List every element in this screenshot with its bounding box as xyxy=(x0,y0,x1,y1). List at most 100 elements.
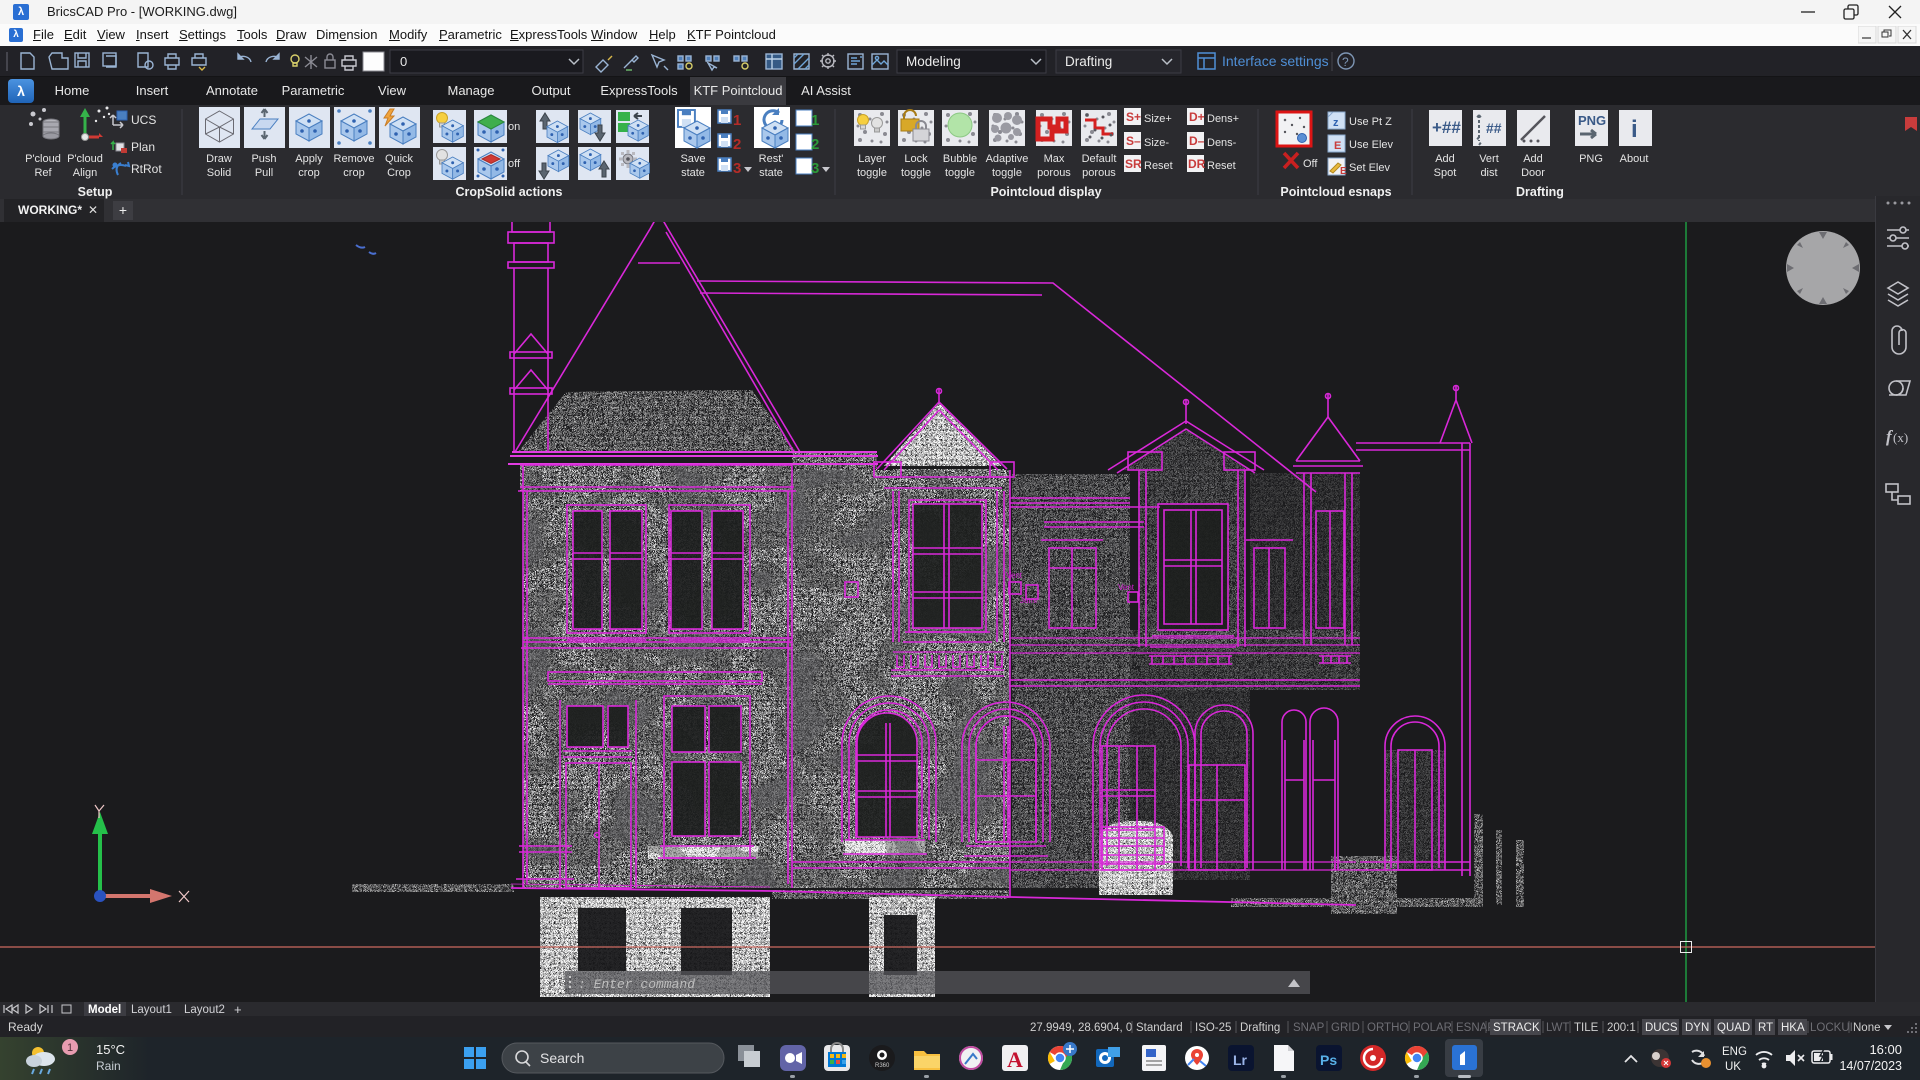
svg-text:E: E xyxy=(1340,166,1347,177)
svg-text:ISO-25: ISO-25 xyxy=(1195,1022,1231,1034)
svg-text:state: state xyxy=(759,167,783,179)
svg-text:crop: crop xyxy=(298,167,319,179)
svg-text:Standard: Standard xyxy=(1136,1022,1183,1034)
svg-text:Save: Save xyxy=(680,153,705,165)
svg-text:Layout1: Layout1 xyxy=(131,1004,172,1016)
svg-text:LWT: LWT xyxy=(1546,1022,1569,1034)
svg-text:3: 3 xyxy=(733,160,741,177)
svg-text:SR: SR xyxy=(1125,157,1142,171)
svg-text:27.9949, 28.6904, 0: 27.9949, 28.6904, 0 xyxy=(1030,1022,1132,1034)
svg-text:CropSolid actions: CropSolid actions xyxy=(456,185,563,199)
svg-text:+: + xyxy=(234,1002,242,1016)
svg-text:HKA: HKA xyxy=(1781,1022,1805,1034)
svg-text:Layout2: Layout2 xyxy=(184,1004,225,1016)
svg-text:Adaptive: Adaptive xyxy=(986,153,1029,165)
svg-text:Door: Door xyxy=(1521,167,1545,179)
svg-text:Use Pt Z: Use Pt Z xyxy=(1349,116,1392,128)
svg-text:S+: S+ xyxy=(1126,110,1141,124)
svg-text:Default: Default xyxy=(1082,153,1117,165)
svg-text:Lock: Lock xyxy=(904,153,928,165)
svg-text:PNG: PNG xyxy=(1578,113,1606,128)
svg-text:STRACK: STRACK xyxy=(1493,1022,1540,1034)
svg-text:Modeling: Modeling xyxy=(906,54,961,69)
svg-text:Add: Add xyxy=(1435,153,1455,165)
svg-text:Push: Push xyxy=(251,153,276,165)
svg-text:A: A xyxy=(1007,1047,1023,1072)
svg-text:Size+: Size+ xyxy=(1144,113,1172,125)
svg-text:S–: S– xyxy=(1126,134,1141,148)
svg-text:porous: porous xyxy=(1082,167,1116,179)
svg-text:(x): (x) xyxy=(1893,430,1908,445)
svg-text:TILE: TILE xyxy=(1574,1022,1599,1034)
svg-text:Drafting: Drafting xyxy=(1240,1022,1280,1034)
svg-text:Lr: Lr xyxy=(1233,1052,1248,1068)
svg-text:R360: R360 xyxy=(875,1063,890,1069)
svg-text:E: E xyxy=(1334,140,1341,152)
svg-text:porous: porous xyxy=(1037,167,1071,179)
svg-text:1: 1 xyxy=(733,112,741,129)
svg-text:UK: UK xyxy=(1725,1061,1741,1073)
svg-text:SNAP: SNAP xyxy=(1293,1022,1325,1034)
svg-text:Reset: Reset xyxy=(1207,160,1236,172)
svg-text:P'cloud: P'cloud xyxy=(67,153,103,165)
svg-text:14/07/2023: 14/07/2023 xyxy=(1839,1059,1902,1073)
svg-text:Set Elev: Set Elev xyxy=(1349,162,1390,174)
svg-text:Crop: Crop xyxy=(387,167,411,179)
svg-text:UCS: UCS xyxy=(131,113,156,127)
svg-text:DYN: DYN xyxy=(1685,1022,1709,1034)
svg-text:Spot: Spot xyxy=(1434,167,1457,179)
svg-text:off: off xyxy=(508,158,521,170)
svg-text:1: 1 xyxy=(67,1042,73,1054)
svg-text:15°C: 15°C xyxy=(96,1042,125,1057)
svg-text:Off: Off xyxy=(1303,158,1318,170)
svg-text:Rain: Rain xyxy=(96,1059,121,1073)
svg-text:on: on xyxy=(508,121,520,133)
svg-text:state: state xyxy=(681,167,705,179)
svg-text:1: 1 xyxy=(811,112,819,129)
svg-text:Size-: Size- xyxy=(1144,137,1169,149)
svg-text:3: 3 xyxy=(811,160,819,177)
svg-text:dist: dist xyxy=(1480,167,1497,179)
svg-text:200:1: 200:1 xyxy=(1607,1022,1636,1034)
svg-text:Drafting: Drafting xyxy=(1516,185,1564,199)
svg-text:About: About xyxy=(1620,153,1649,165)
svg-text:##: ## xyxy=(1486,120,1502,136)
svg-text:Dens+: Dens+ xyxy=(1207,113,1239,125)
svg-text:Remove: Remove xyxy=(334,153,375,165)
svg-text:Pull: Pull xyxy=(255,167,273,179)
svg-text:Pointcloud esnaps: Pointcloud esnaps xyxy=(1280,185,1391,199)
svg-text:16:00: 16:00 xyxy=(1869,1042,1902,1057)
svg-text:Solid: Solid xyxy=(207,167,231,179)
svg-text:Max: Max xyxy=(1044,153,1065,165)
svg-text:Rest': Rest' xyxy=(759,153,784,165)
svg-text:Interface settings: Interface settings xyxy=(1222,53,1329,69)
svg-text:Use Elev: Use Elev xyxy=(1349,139,1394,151)
svg-text:Apply: Apply xyxy=(295,153,323,165)
svg-text:D+: D+ xyxy=(1189,110,1205,124)
svg-text:Plan: Plan xyxy=(131,140,155,154)
svg-text:POLAR: POLAR xyxy=(1413,1022,1452,1034)
svg-text:Add: Add xyxy=(1523,153,1543,165)
svg-text:QUAD: QUAD xyxy=(1717,1022,1750,1034)
svg-text:Model: Model xyxy=(88,1004,121,1016)
svg-text:Draw: Draw xyxy=(206,153,232,165)
svg-text:ORTHO: ORTHO xyxy=(1367,1022,1408,1034)
svg-text:Vent: Vent xyxy=(1118,583,1135,592)
svg-text:?: ? xyxy=(1342,55,1349,69)
svg-text:D–: D– xyxy=(1189,134,1205,148)
svg-text:Bubble: Bubble xyxy=(943,153,977,165)
svg-text:2: 2 xyxy=(811,136,819,153)
svg-text:ESNAP: ESNAP xyxy=(1456,1022,1495,1034)
svg-text:Ps: Ps xyxy=(1320,1052,1337,1068)
svg-text:GRID: GRID xyxy=(1331,1022,1360,1034)
svg-text:Align: Align xyxy=(73,167,97,179)
svg-text:: Enter command: : Enter command xyxy=(578,977,695,992)
svg-text:DR: DR xyxy=(1188,157,1206,171)
svg-text:toggle: toggle xyxy=(901,167,931,179)
svg-text:toggle: toggle xyxy=(992,167,1022,179)
svg-text:z: z xyxy=(1333,117,1339,129)
svg-text:Drafting: Drafting xyxy=(1065,54,1112,69)
svg-text:Layer: Layer xyxy=(858,153,886,165)
svg-text:P'cloud: P'cloud xyxy=(25,153,61,165)
svg-text:RT: RT xyxy=(1758,1022,1773,1034)
